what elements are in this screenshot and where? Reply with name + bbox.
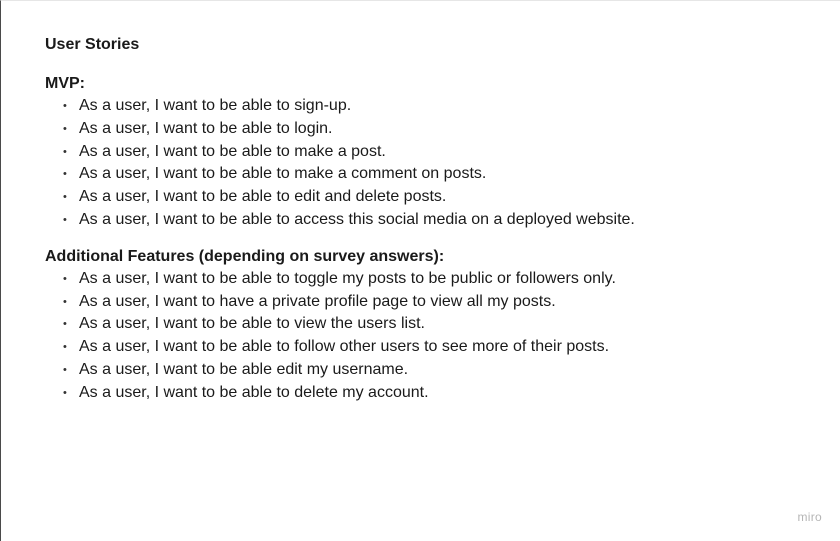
bullet-icon: • <box>63 318 67 331</box>
list-item: • As a user, I want to be able to login. <box>61 118 820 141</box>
list-item: • As a user, I want to be able to edit an… <box>61 186 820 209</box>
list-item: • As a user, I want to be able to sign-up… <box>61 95 820 118</box>
bullet-icon: • <box>63 272 67 285</box>
bullet-icon: • <box>63 341 67 354</box>
section-heading-additional-features: Additional Features (depending on survey… <box>45 247 445 265</box>
list-item: • As a user, I want to be able to toggle … <box>61 268 820 291</box>
bullet-icon: • <box>63 168 67 181</box>
bullet-icon: • <box>63 363 67 376</box>
story-text: As a user, I want to be able to toggle m… <box>79 269 616 287</box>
list-item: • As a user, I want to be able to access … <box>61 209 820 232</box>
section-additional-features: Additional Features (depending on survey… <box>45 246 820 405</box>
document-title: User Stories <box>45 36 140 53</box>
bullet-icon: • <box>63 122 67 135</box>
section-heading-mvp: MVP: <box>45 75 85 92</box>
bullet-icon: • <box>63 386 67 399</box>
story-text: As a user, I want to be able to view the… <box>79 315 425 333</box>
bullet-icon: • <box>63 213 67 226</box>
story-text: As a user, I want to be able edit my use… <box>79 360 409 378</box>
list-item: • As a user, I want to have a private pro… <box>61 291 820 314</box>
document-frame: User Stories MVP: • As a user, I want to … <box>0 0 840 541</box>
story-text: As a user, I want to be able to follow o… <box>79 338 610 356</box>
story-text: As a user, I want to be able to edit and… <box>79 188 447 206</box>
bullet-icon: • <box>63 145 67 158</box>
list-item: • As a user, I want to be able to make a … <box>61 163 820 186</box>
list-item: • As a user, I want to be able to delete … <box>61 382 820 405</box>
mvp-story-list: • As a user, I want to be able to sign-up… <box>45 95 820 232</box>
story-text: As a user, I want to be able to login. <box>79 119 333 137</box>
story-text: As a user, I want to be able to access t… <box>79 210 635 228</box>
story-text: As a user, I want to have a private prof… <box>79 292 556 310</box>
bullet-icon: • <box>63 100 67 112</box>
list-item: • As a user, I want to be able to follow … <box>61 336 820 359</box>
bullet-icon: • <box>63 295 67 308</box>
story-text: As a user, I want to be able to delete m… <box>79 383 429 401</box>
list-item: • As a user, I want to be able to view th… <box>61 313 820 336</box>
document-body: User Stories MVP: • As a user, I want to … <box>45 34 820 419</box>
bullet-icon: • <box>63 191 67 204</box>
story-text: As a user, I want to be able to sign-up. <box>79 97 352 114</box>
list-item: • As a user, I want to be able to make a … <box>61 141 820 164</box>
list-item: • As a user, I want to be able edit my us… <box>61 359 820 382</box>
story-text: As a user, I want to be able to make a c… <box>79 165 487 183</box>
section-mvp: MVP: • As a user, I want to be able to si… <box>45 73 820 232</box>
additional-story-list: • As a user, I want to be able to toggle … <box>45 268 820 405</box>
miro-watermark: miro <box>797 510 822 524</box>
story-text: As a user, I want to be able to make a p… <box>79 142 386 160</box>
